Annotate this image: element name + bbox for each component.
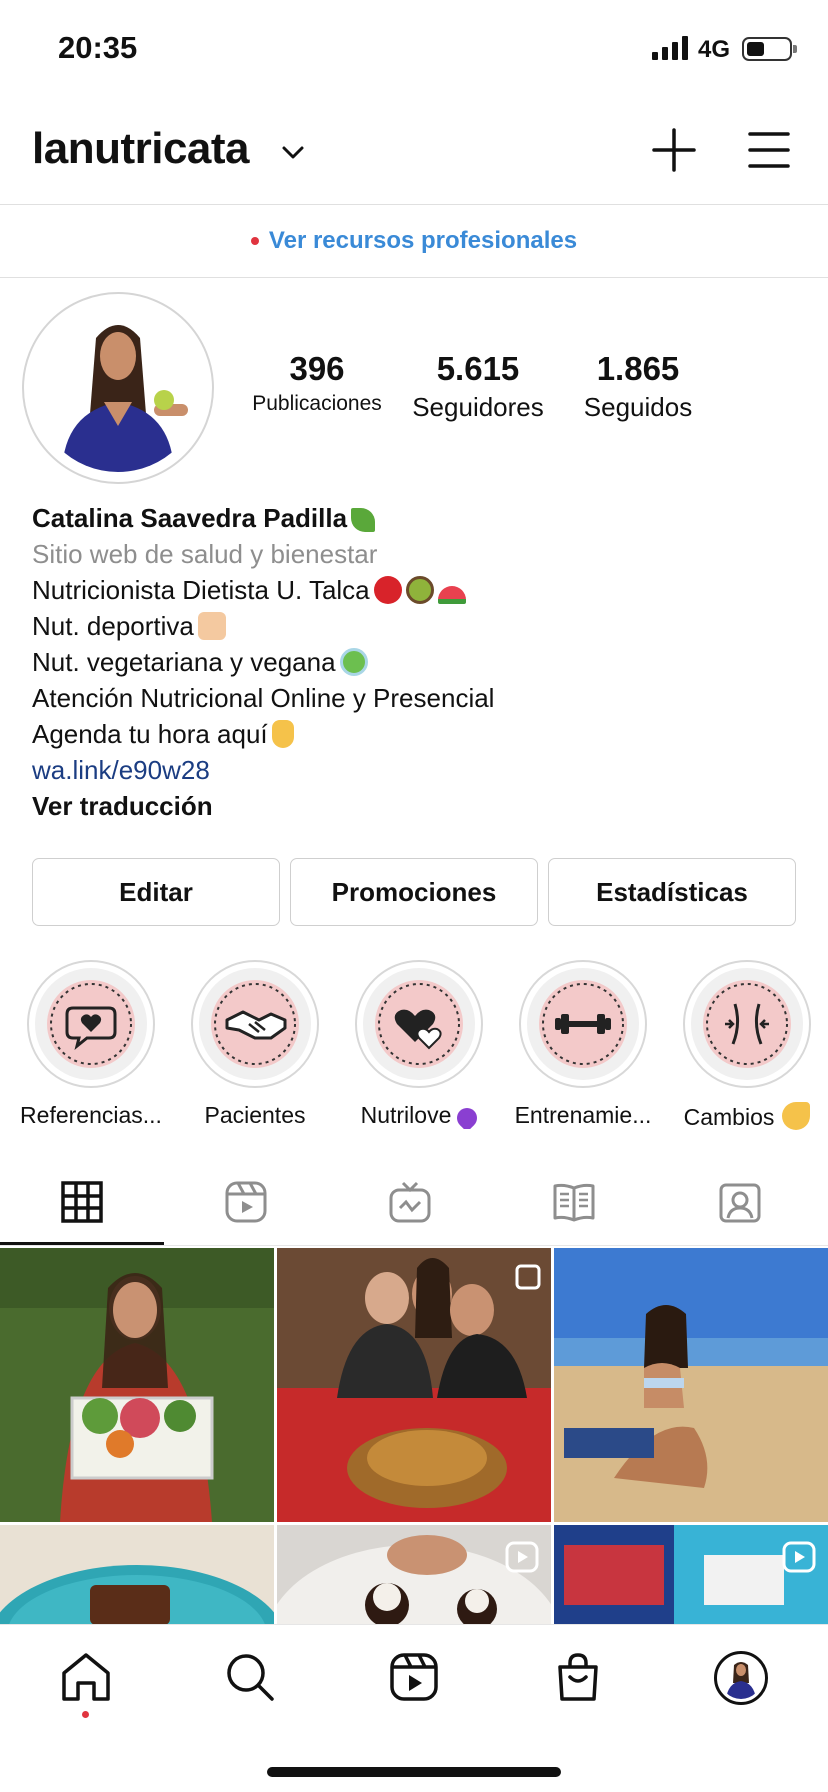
home-notification-dot: [82, 1711, 89, 1718]
bio-line: Agenda tu hora aquí: [32, 719, 268, 749]
see-translation-link[interactable]: Ver traducción: [32, 788, 792, 824]
highlight-label: Referencias...: [20, 1102, 162, 1128]
tagged-icon[interactable]: [718, 1180, 762, 1224]
profile-tabs: [0, 1156, 828, 1246]
promotions-button[interactable]: Promociones: [290, 858, 538, 926]
signal-icon: [652, 36, 688, 60]
profile-category: Sitio web de salud y bienestar: [32, 539, 378, 569]
professional-resources-link[interactable]: Ver recursos profesionales: [0, 204, 828, 278]
posts-grid: [0, 1248, 828, 1624]
search-icon[interactable]: [224, 1651, 276, 1703]
guides-icon[interactable]: [552, 1180, 596, 1224]
highlight-nutrilove[interactable]: Nutrilove: [344, 960, 494, 1129]
bio-line: Atención Nutricional Online y Presencial: [32, 683, 495, 713]
profile-avatar-tab[interactable]: [714, 1651, 768, 1705]
apple-emoji: [373, 576, 402, 604]
post-thumbnail[interactable]: [277, 1248, 551, 1522]
following-count[interactable]: 1.865 Seguidos: [568, 350, 708, 423]
speech-heart-icon: [35, 968, 147, 1080]
network-type: 4G: [698, 36, 731, 63]
handshake-icon: [199, 968, 311, 1080]
notification-dot: [250, 237, 259, 245]
hearts-icon: [363, 968, 475, 1080]
professional-resources-label: Ver recursos profesionales: [268, 227, 578, 254]
tabs-divider: [0, 1245, 828, 1246]
post-thumbnail[interactable]: [554, 1525, 828, 1624]
profile-avatar[interactable]: [22, 292, 214, 484]
flexed-biceps-emoji: [782, 1102, 811, 1130]
post-thumbnail[interactable]: [554, 1248, 828, 1522]
salad-emoji: [339, 648, 368, 676]
edit-profile-button[interactable]: Editar: [32, 858, 280, 926]
reels-nav-icon[interactable]: [388, 1651, 440, 1703]
highlight-label: Entrenamie...: [514, 1102, 652, 1128]
highlight-entrenamiento[interactable]: Entrenamie...: [508, 960, 658, 1129]
following-value: 1.865: [596, 350, 680, 387]
seedling-emoji: [351, 508, 376, 532]
bio-line: Nut. deportiva: [32, 611, 194, 641]
battery-icon: [742, 37, 797, 61]
watermelon-emoji: [437, 586, 466, 604]
home-icon[interactable]: [60, 1651, 112, 1703]
dumbbell-icon: [527, 968, 639, 1080]
profile-bio: Catalina Saavedra Padilla Sitio web de s…: [32, 500, 792, 824]
bio-line: Nutricionista Dietista U. Talca: [32, 575, 370, 605]
following-label: Seguidos: [583, 392, 693, 422]
purple-heart-emoji: [453, 1103, 482, 1129]
chevron-down-icon[interactable]: [280, 140, 306, 166]
highlight-pacientes[interactable]: Pacientes: [180, 960, 330, 1129]
home-indicator: [267, 1767, 561, 1777]
insights-button[interactable]: Estadísticas: [548, 858, 796, 926]
posts-label: Publicaciones: [252, 392, 382, 415]
bio-line: Nut. vegetariana y vegana: [32, 647, 336, 677]
status-time: 20:35: [58, 30, 138, 65]
highlight-label: Cambios: [672, 1102, 822, 1131]
post-thumbnail[interactable]: [0, 1248, 274, 1522]
bio-link[interactable]: wa.link/e90w28: [32, 752, 792, 788]
highlight-referencias[interactable]: Referencias...: [16, 960, 166, 1129]
highlight-cambios[interactable]: Cambios: [672, 960, 822, 1131]
username-switcher[interactable]: lanutricata: [32, 124, 250, 174]
followers-count[interactable]: 5.615 Seguidores: [400, 350, 556, 423]
profile-header: lanutricata: [0, 100, 828, 204]
status-bar: 20:35 4G: [0, 0, 828, 100]
igtv-icon[interactable]: [388, 1180, 432, 1224]
hamburger-menu-icon[interactable]: [748, 130, 790, 170]
kiwi-emoji: [405, 576, 434, 604]
bottom-navigation: [0, 1624, 828, 1792]
avatar-photo: [34, 304, 202, 472]
create-plus-icon[interactable]: [652, 128, 696, 172]
pointing-down-emoji: [271, 720, 294, 748]
avatar-mini-icon: [720, 1657, 762, 1699]
highlight-label: Nutrilove: [344, 1102, 494, 1129]
followers-label: Seguidores: [412, 392, 544, 422]
posts-count[interactable]: 396 Publicaciones: [246, 350, 388, 416]
followers-value: 5.615: [436, 350, 520, 387]
weightlifter-emoji: [197, 612, 226, 640]
grid-icon[interactable]: [60, 1180, 104, 1224]
reels-icon[interactable]: [224, 1180, 268, 1224]
post-thumbnail[interactable]: [0, 1525, 274, 1624]
display-name: Catalina Saavedra Padilla: [32, 503, 348, 533]
highlight-label: Pacientes: [204, 1102, 306, 1128]
shop-bag-icon[interactable]: [552, 1651, 604, 1703]
waist-icon: [691, 968, 803, 1080]
posts-value: 396: [289, 350, 345, 387]
post-thumbnail[interactable]: [277, 1525, 551, 1624]
